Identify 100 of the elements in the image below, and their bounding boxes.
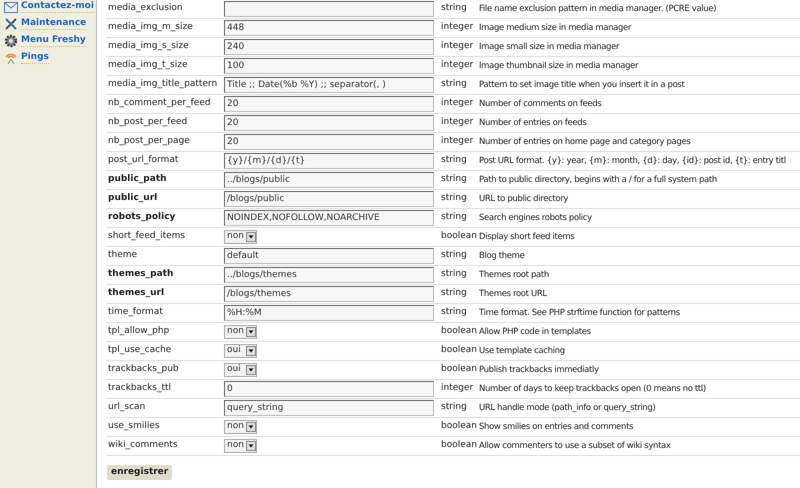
text-field[interactable]: 0 bbox=[224, 381, 434, 397]
text-field[interactable]: /blogs/public bbox=[224, 191, 434, 207]
sidebar-link[interactable]: Menu Freshy bbox=[21, 35, 86, 47]
setting-name: use_smilies bbox=[107, 420, 161, 434]
setting-type: boolean bbox=[441, 420, 478, 434]
setting-description: File name exclusion pattern in media manager. (PCRE value) bbox=[479, 2, 716, 16]
text-field[interactable]: 240 bbox=[224, 39, 434, 55]
setting-type: string bbox=[441, 306, 468, 320]
setting-type: string bbox=[441, 401, 468, 414]
setting-type: string bbox=[441, 192, 468, 206]
setting-type: boolean bbox=[441, 344, 478, 358]
gear-icon bbox=[4, 34, 18, 48]
sidebar-link[interactable]: Pings bbox=[21, 52, 49, 64]
setting-type: string bbox=[441, 154, 468, 168]
text-field[interactable]: /blogs/themes bbox=[224, 286, 434, 302]
setting-name: media_img_title_pattern bbox=[107, 78, 218, 92]
text-field[interactable]: ../blogs/themes bbox=[224, 267, 434, 283]
setting-description: Publish trackbacks immediatly bbox=[479, 364, 599, 376]
setting-description: Path to public directory, begins with a / for a full system path bbox=[479, 174, 717, 186]
sidebar-link[interactable]: Maintenance bbox=[21, 18, 86, 30]
setting-name: post_url_format bbox=[107, 154, 180, 168]
setting-type: integer bbox=[441, 135, 474, 148]
setting-type: string bbox=[441, 249, 468, 262]
setting-type: boolean bbox=[441, 230, 478, 244]
setting-description: Allow commenters to use a subset of wiki syntax bbox=[479, 440, 671, 452]
setting-type: string bbox=[441, 2, 468, 16]
setting-type: string bbox=[441, 78, 468, 92]
setting-type: integer bbox=[441, 116, 474, 130]
caret-icon bbox=[246, 441, 256, 451]
dropdown[interactable]: non bbox=[224, 325, 257, 339]
caret-icon bbox=[246, 422, 256, 432]
setting-description: Pattern to set image title when you insert it in a post bbox=[479, 78, 684, 92]
caret-icon bbox=[246, 232, 256, 242]
sidebar-link[interactable]: Contactez-moi bbox=[21, 1, 94, 13]
setting-name: tpl_allow_php bbox=[107, 325, 170, 338]
setting-name: trackbacks_pub bbox=[107, 363, 180, 376]
setting-description: Image small size in media manager bbox=[479, 40, 620, 54]
dropdown[interactable]: oui bbox=[224, 344, 257, 358]
setting-name: media_img_s_size bbox=[107, 40, 190, 54]
setting-type: integer bbox=[441, 382, 474, 396]
setting-description: Number of entries on home page and category pages bbox=[479, 136, 690, 148]
setting-description: Allow PHP code in templates bbox=[479, 326, 591, 338]
setting-name: trackbacks_ttl bbox=[107, 382, 172, 396]
text-field[interactable]: 448 bbox=[224, 20, 434, 36]
setting-description: Number of days to keep trackbacks open (0 means no ttl) bbox=[479, 382, 706, 396]
setting-name: wiki_comments bbox=[107, 439, 179, 452]
text-field[interactable]: {y}/{m}/{d}/{t} bbox=[224, 153, 434, 169]
setting-name: short_feed_items bbox=[107, 230, 186, 244]
tools-icon bbox=[4, 17, 18, 31]
setting-type: string bbox=[441, 287, 468, 300]
setting-description: Display short feed items bbox=[479, 230, 574, 244]
caret-icon bbox=[246, 365, 256, 375]
setting-description: Show smilies on entries and comments bbox=[479, 420, 634, 434]
text-field[interactable]: default bbox=[224, 248, 434, 264]
setting-name: public_url bbox=[107, 192, 158, 206]
text-field[interactable]: 20 bbox=[224, 115, 434, 131]
setting-description: Image medium size in media manager bbox=[479, 22, 632, 34]
setting-name: nb_post_per_feed bbox=[107, 116, 188, 130]
text-field[interactable]: %H:%M bbox=[224, 305, 434, 321]
setting-name: themes_path bbox=[107, 268, 174, 282]
setting-type: integer bbox=[441, 97, 474, 110]
text-field[interactable]: NOINDEX,NOFOLLOW,NOARCHIVE bbox=[224, 210, 434, 226]
setting-description: URL handle mode (path_info or query_string) bbox=[479, 402, 656, 414]
text-field[interactable]: 20 bbox=[224, 134, 434, 150]
setting-description: Use template caching bbox=[479, 344, 565, 358]
save-button[interactable]: enregistrer bbox=[107, 465, 172, 480]
setting-name: nb_post_per_page bbox=[107, 135, 191, 148]
caret-icon bbox=[246, 327, 256, 337]
setting-description: Number of comments on feeds bbox=[479, 98, 602, 110]
setting-name: themes_url bbox=[107, 287, 166, 300]
envelope-icon bbox=[4, 2, 18, 12]
setting-type: integer bbox=[441, 21, 474, 34]
setting-type: string bbox=[441, 268, 468, 282]
setting-type: string bbox=[441, 173, 468, 186]
setting-name: tpl_use_cache bbox=[107, 344, 172, 358]
setting-name: media_exclusion bbox=[107, 2, 184, 16]
dropdown[interactable]: non bbox=[224, 230, 257, 244]
text-field[interactable]: ../blogs/public bbox=[224, 172, 434, 188]
setting-name: public_path bbox=[107, 173, 168, 186]
dropdown[interactable]: non bbox=[224, 439, 257, 453]
text-field[interactable] bbox=[224, 1, 434, 17]
setting-description: Themes root URL bbox=[479, 288, 547, 300]
setting-description: Time format. See PHP strftime function for patterns bbox=[479, 306, 680, 320]
setting-description: Blog theme bbox=[479, 250, 524, 262]
setting-name: media_img_t_size bbox=[107, 59, 188, 72]
dropdown[interactable]: non bbox=[224, 420, 257, 434]
setting-name: time_format bbox=[107, 306, 164, 320]
text-field[interactable]: 100 bbox=[224, 58, 434, 74]
setting-type: boolean bbox=[441, 439, 478, 452]
setting-name: theme bbox=[107, 249, 138, 262]
text-field[interactable]: query_string bbox=[224, 400, 434, 416]
signal-icon bbox=[4, 51, 18, 65]
dropdown[interactable]: oui bbox=[224, 363, 257, 377]
setting-type: integer bbox=[441, 59, 474, 72]
setting-name: robots_policy bbox=[107, 211, 176, 224]
setting-description: Themes root path bbox=[479, 268, 549, 282]
text-field[interactable]: Title ;; Date(%b %Y) ;; separator(, ) bbox=[224, 77, 434, 93]
setting-description: Search engines robots policy bbox=[479, 212, 592, 224]
setting-name: nb_comment_per_feed bbox=[107, 97, 212, 110]
text-field[interactable]: 20 bbox=[224, 96, 434, 112]
